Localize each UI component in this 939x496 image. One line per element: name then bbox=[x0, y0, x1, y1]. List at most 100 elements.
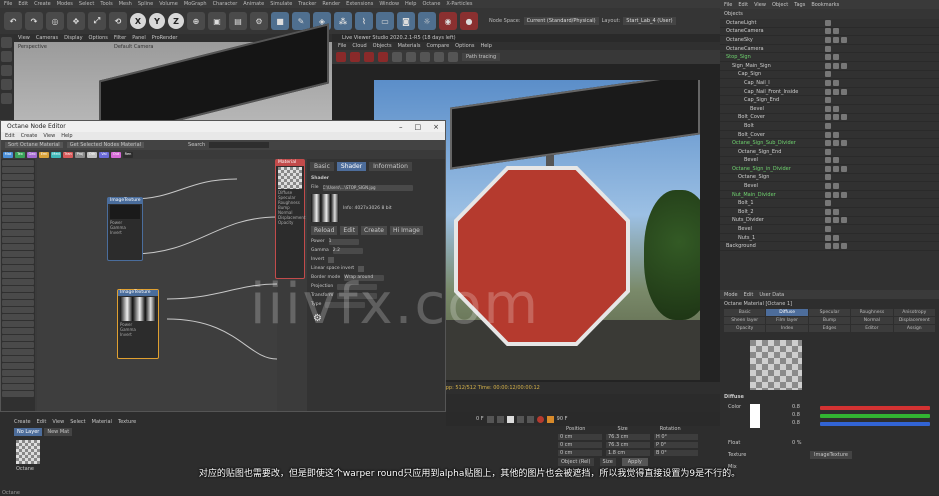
pause-render-icon[interactable] bbox=[364, 52, 374, 62]
live-viewer-menu-file[interactable]: File bbox=[338, 43, 346, 49]
sort-material-button[interactable]: Sort Octane Material bbox=[5, 142, 63, 148]
light-icon[interactable]: ☼ bbox=[418, 12, 436, 30]
node-list-item[interactable] bbox=[2, 265, 34, 271]
menu-item-render[interactable]: Render bbox=[322, 1, 340, 7]
live-viewer-menu-help[interactable]: Help bbox=[480, 43, 491, 49]
menu-item-mograph[interactable]: MoGraph bbox=[184, 1, 207, 7]
menu-item-extensions[interactable]: Extensions bbox=[346, 1, 373, 7]
object-row[interactable]: Bevel bbox=[720, 182, 939, 191]
live-viewer-menu-materials[interactable]: Materials bbox=[398, 43, 421, 49]
material-tag-icon[interactable] bbox=[841, 88, 847, 95]
octane-settings-icon[interactable]: ● bbox=[460, 12, 478, 30]
node-list-item[interactable] bbox=[2, 174, 34, 180]
get-selected-button[interactable]: Get Selected Nodes Material bbox=[66, 142, 145, 148]
node-list-item[interactable] bbox=[2, 237, 34, 243]
coord-mode-dropdown[interactable]: Object (Rel) bbox=[558, 458, 594, 466]
attr-menu-mode[interactable]: Mode bbox=[724, 292, 738, 298]
attr-tab-diffuse[interactable]: Diffuse bbox=[766, 309, 808, 316]
send-scene-icon[interactable] bbox=[336, 52, 346, 62]
node-list-item[interactable] bbox=[2, 195, 34, 201]
category-chip-out[interactable]: Out bbox=[111, 151, 121, 158]
viewport-canvas[interactable]: Perspective Default Camera bbox=[14, 23, 332, 141]
object-row[interactable]: Sign_Main_Sign bbox=[720, 62, 939, 71]
node-list-item[interactable] bbox=[2, 391, 34, 397]
layer-new-mat[interactable]: New Mat bbox=[44, 428, 73, 436]
menu-item-x-particles[interactable]: X-Particles bbox=[446, 1, 472, 7]
viewport-menu-display[interactable]: Display bbox=[64, 35, 82, 41]
attr-tab-normal[interactable]: Normal bbox=[851, 317, 893, 324]
material-tag-icon[interactable] bbox=[833, 208, 839, 215]
redo-icon[interactable]: ↷ bbox=[25, 12, 43, 30]
render-mode-dropdown[interactable]: Path tracing bbox=[462, 53, 501, 61]
material-tag-icon[interactable] bbox=[833, 114, 839, 121]
search-input[interactable] bbox=[209, 142, 270, 148]
viewport-menu-view[interactable]: View bbox=[18, 35, 30, 41]
category-chip-tran[interactable]: Tran bbox=[63, 151, 73, 158]
node-list-item[interactable] bbox=[2, 209, 34, 215]
object-row[interactable]: Octane_Sign_Sub_Divider bbox=[720, 139, 939, 148]
menu-item-file[interactable]: File bbox=[4, 1, 12, 7]
material-tag-icon[interactable] bbox=[833, 165, 839, 172]
node-list-item[interactable] bbox=[2, 216, 34, 222]
edit-button[interactable]: Edit bbox=[340, 226, 359, 235]
pos-field[interactable]: 0 cm bbox=[558, 434, 602, 440]
reload-button[interactable]: Reload bbox=[311, 226, 338, 235]
create-button[interactable]: Create bbox=[361, 226, 387, 235]
object-row[interactable]: Background bbox=[720, 242, 939, 252]
menu-item-tracker[interactable]: Tracker bbox=[298, 1, 316, 7]
rot-field[interactable]: B 0° bbox=[654, 450, 698, 456]
size-field[interactable]: 76.3 cm bbox=[606, 442, 650, 448]
object-row[interactable]: OctaneSky bbox=[720, 36, 939, 45]
material-menu-texture[interactable]: Texture bbox=[118, 419, 136, 425]
node-list-item[interactable] bbox=[2, 300, 34, 306]
object-row[interactable]: Cap_Sign_End bbox=[720, 96, 939, 105]
category-chip-emi[interactable]: Emi bbox=[39, 151, 49, 158]
material-tag-icon[interactable] bbox=[825, 45, 831, 52]
render-view-icon[interactable]: ▣ bbox=[208, 12, 226, 30]
move-icon[interactable]: ✥ bbox=[67, 12, 85, 30]
menu-item-spline[interactable]: Spline bbox=[138, 1, 153, 7]
goto-end-icon[interactable] bbox=[526, 415, 534, 423]
material-tag-icon[interactable] bbox=[833, 157, 839, 164]
pos-field[interactable]: 0 cm bbox=[558, 450, 602, 456]
node-list-item[interactable] bbox=[2, 244, 34, 250]
material-tag-icon[interactable] bbox=[841, 140, 847, 147]
menu-item-animate[interactable]: Animate bbox=[243, 1, 264, 7]
object-row[interactable]: OctaneCamera bbox=[720, 28, 939, 37]
material-picker-icon[interactable] bbox=[448, 52, 458, 62]
pos-field[interactable]: 0 cm bbox=[558, 442, 602, 448]
menu-item-tools[interactable]: Tools bbox=[100, 1, 112, 7]
green-slider[interactable] bbox=[820, 414, 930, 418]
region-render-icon[interactable] bbox=[420, 52, 430, 62]
red-slider[interactable] bbox=[820, 406, 930, 410]
node-list-item[interactable] bbox=[2, 202, 34, 208]
deformer-icon[interactable]: ⌇ bbox=[355, 12, 373, 30]
category-chip-tex[interactable]: Tex bbox=[15, 151, 25, 158]
menu-item-create[interactable]: Create bbox=[34, 1, 51, 7]
material-tag-icon[interactable] bbox=[833, 217, 839, 224]
live-viewer-menu-objects[interactable]: Objects bbox=[373, 43, 392, 49]
material-menu-create[interactable]: Create bbox=[14, 419, 31, 425]
image-texture-node-1[interactable]: ImageTexture Power Gamma Invert bbox=[107, 197, 143, 261]
material-menu-select[interactable]: Select bbox=[70, 419, 85, 425]
material-tag-icon[interactable] bbox=[833, 88, 839, 95]
node-editor-menu-edit[interactable]: Edit bbox=[5, 133, 15, 139]
material-menu-edit[interactable]: Edit bbox=[37, 419, 47, 425]
objects-tab[interactable]: Objects bbox=[724, 11, 743, 17]
menu-item-help[interactable]: Help bbox=[405, 1, 416, 7]
scale-icon[interactable]: ⤢ bbox=[88, 12, 106, 30]
restart-render-icon[interactable] bbox=[350, 52, 360, 62]
editor-viewport[interactable]: View Cameras Display Options Filter Panel ProR… bbox=[14, 23, 332, 141]
attr-tab-anisotropy[interactable]: Anisotropy bbox=[893, 309, 935, 316]
node-list-item[interactable] bbox=[2, 335, 34, 341]
object-row[interactable]: Bolt_2 bbox=[720, 208, 939, 217]
node-list-item[interactable] bbox=[2, 307, 34, 313]
material-tag-icon[interactable] bbox=[825, 131, 831, 138]
node-graph[interactable]: ImageTexture Power Gamma Invert ImageTex… bbox=[37, 159, 306, 411]
apply-button[interactable]: Apply bbox=[621, 458, 648, 466]
lock-icon[interactable] bbox=[392, 52, 402, 62]
model-mode-icon[interactable] bbox=[1, 37, 12, 48]
live-viewer-menu-compare[interactable]: Compare bbox=[426, 43, 449, 49]
polygons-mode-icon[interactable] bbox=[1, 93, 12, 104]
attr-tab-index[interactable]: Index bbox=[766, 325, 808, 332]
